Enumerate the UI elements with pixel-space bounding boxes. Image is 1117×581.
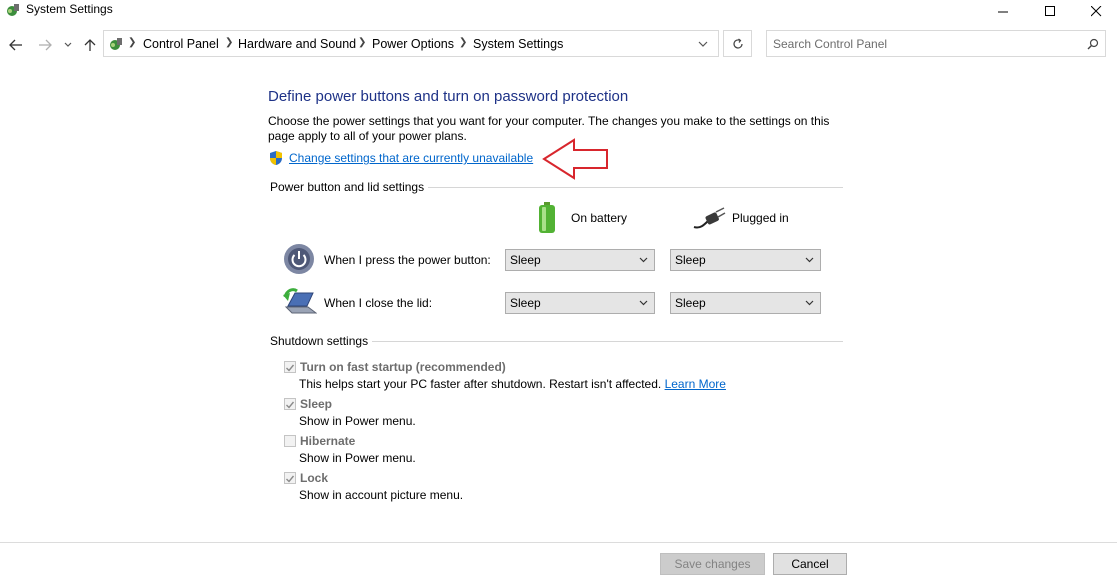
fast-startup-desc-text: This helps start your PC faster after sh… <box>299 377 662 391</box>
lock-checkbox[interactable] <box>284 472 296 484</box>
select-value: Sleep <box>510 253 541 267</box>
close-button[interactable] <box>1073 0 1117 22</box>
maximize-button[interactable] <box>1027 0 1073 22</box>
refresh-icon <box>732 38 743 49</box>
search-icon[interactable] <box>1087 38 1099 50</box>
chevron-down-icon <box>805 257 814 263</box>
chevron-down-icon <box>639 257 648 263</box>
checkmark-icon <box>286 364 295 372</box>
laptop-lid-icon <box>283 288 317 314</box>
chevron-down-icon <box>639 300 648 306</box>
breadcrumb-hardware-and-sound[interactable]: Hardware and Sound <box>238 37 356 51</box>
select-value: Sleep <box>675 253 706 267</box>
address-bar[interactable]: ❯ Control Panel ❯ Hardware and Sound ❯ P… <box>103 30 719 57</box>
search-box <box>766 30 1106 57</box>
checkmark-icon <box>286 401 295 409</box>
control-panel-icon <box>110 38 122 50</box>
lock-description: Show in account picture menu. <box>299 488 464 502</box>
footer-divider <box>0 542 1117 543</box>
section-title-shutdown: Shutdown settings <box>268 334 373 348</box>
fast-startup-label: Turn on fast startup (recommended) <box>300 360 506 374</box>
chevron-down-icon <box>805 300 814 306</box>
hibernate-description: Show in Power menu. <box>299 451 416 465</box>
back-arrow-icon <box>9 39 22 51</box>
title-bar: System Settings <box>0 0 1117 22</box>
column-label-on-battery: On battery <box>571 211 628 225</box>
forward-arrow-icon <box>39 39 52 51</box>
breadcrumb-separator: ❯ <box>358 37 367 48</box>
refresh-button[interactable] <box>723 30 752 57</box>
row-label-power-button: When I press the power button: <box>324 253 491 267</box>
up-button[interactable] <box>80 36 100 54</box>
power-button-plugged-select[interactable]: Sleep <box>670 249 821 271</box>
section-title-power-buttons: Power button and lid settings <box>268 180 429 194</box>
close-lid-battery-select[interactable]: Sleep <box>505 292 655 314</box>
annotation-arrow-icon <box>542 138 608 180</box>
power-button-battery-select[interactable]: Sleep <box>505 249 655 271</box>
select-value: Sleep <box>675 296 706 310</box>
row-label-close-lid: When I close the lid: <box>324 296 433 310</box>
breadcrumb-separator: ❯ <box>225 37 234 48</box>
power-options-icon <box>7 4 19 16</box>
hibernate-label: Hibernate <box>300 434 356 448</box>
select-value: Sleep <box>510 296 541 310</box>
breadcrumb-system-settings[interactable]: System Settings <box>473 37 563 51</box>
back-button[interactable] <box>6 36 26 54</box>
save-changes-button[interactable]: Save changes <box>660 553 765 575</box>
lock-label: Lock <box>300 471 329 485</box>
change-settings-link[interactable]: Change settings that are currently unava… <box>289 151 533 165</box>
minimize-icon <box>997 11 1008 12</box>
chevron-down-icon <box>64 42 72 47</box>
search-input[interactable] <box>773 31 1073 56</box>
checkmark-icon <box>286 475 295 483</box>
hibernate-checkbox[interactable] <box>284 435 296 447</box>
fast-startup-description: This helps start your PC faster after sh… <box>299 377 726 391</box>
sleep-checkbox[interactable] <box>284 398 296 410</box>
recent-locations-button[interactable] <box>60 36 76 54</box>
close-lid-plugged-select[interactable]: Sleep <box>670 292 821 314</box>
sleep-label: Sleep <box>300 397 333 411</box>
up-arrow-icon <box>84 39 96 51</box>
address-dropdown-chevron-icon[interactable] <box>698 41 708 47</box>
close-icon <box>1090 5 1101 16</box>
breadcrumb-power-options[interactable]: Power Options <box>372 37 454 51</box>
fast-startup-checkbox[interactable] <box>284 361 296 373</box>
maximize-icon <box>1044 5 1055 16</box>
uac-shield-icon <box>270 151 282 165</box>
minimize-button[interactable] <box>980 0 1026 22</box>
forward-button[interactable] <box>35 36 55 54</box>
breadcrumb-separator: ❯ <box>128 37 137 48</box>
battery-icon <box>539 202 555 233</box>
column-label-plugged-in: Plugged in <box>732 211 789 225</box>
sleep-description: Show in Power menu. <box>299 414 416 428</box>
page-title: Define power buttons and turn on passwor… <box>268 88 629 105</box>
breadcrumb-separator: ❯ <box>459 37 468 48</box>
power-plug-icon <box>693 207 726 229</box>
cancel-button[interactable]: Cancel <box>773 553 847 575</box>
power-button-icon <box>284 244 314 274</box>
learn-more-link[interactable]: Learn More <box>665 377 726 391</box>
breadcrumb-control-panel[interactable]: Control Panel <box>143 37 219 51</box>
window-title: System Settings <box>26 2 113 16</box>
